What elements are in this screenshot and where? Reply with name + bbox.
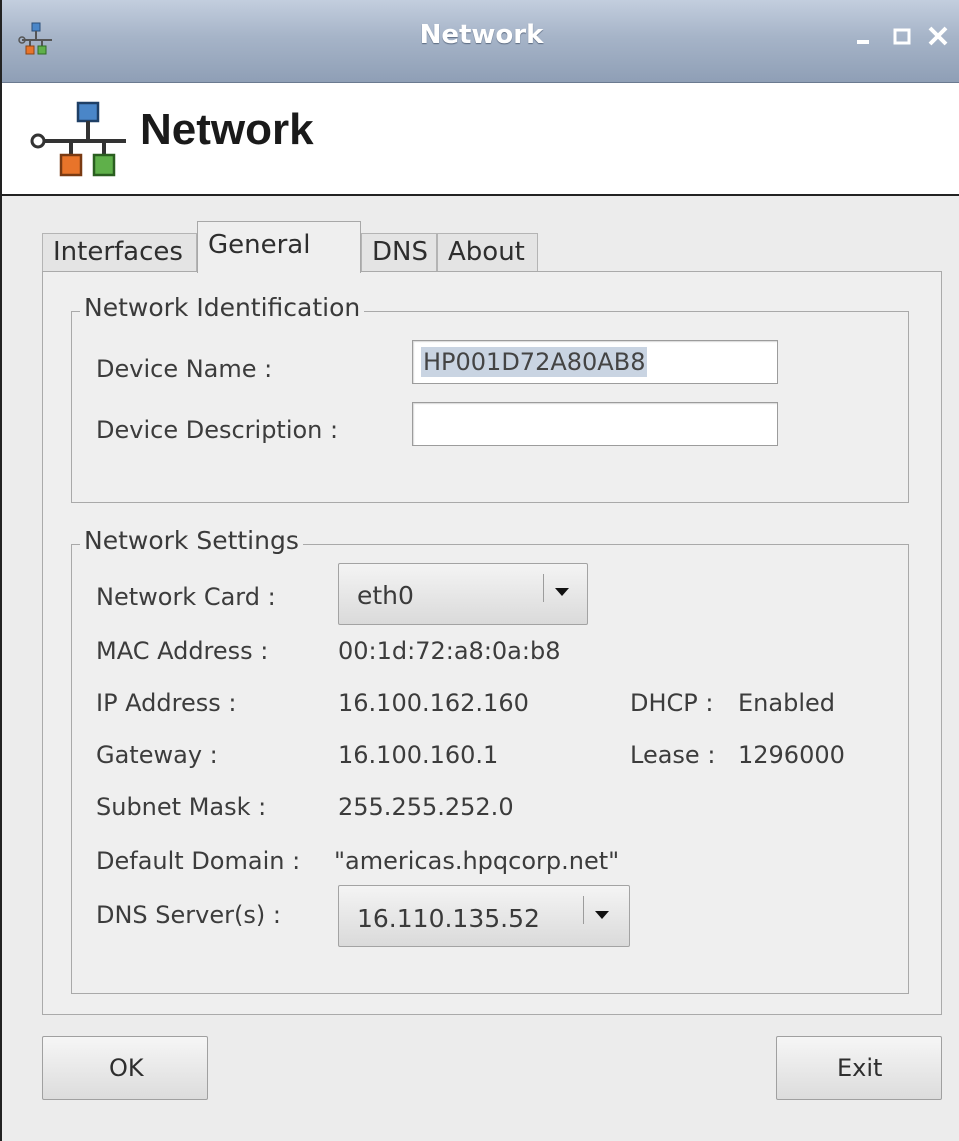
title-bar[interactable]: Network	[2, 0, 959, 83]
lease-value: 1296000	[738, 741, 845, 769]
mac-address-value: 00:1d:72:a8:0a:b8	[338, 637, 561, 665]
chevron-down-icon	[595, 911, 609, 919]
default-domain-value: "americas.hpqcorp.net"	[334, 847, 620, 875]
network-topology-icon	[30, 101, 126, 177]
tab-interfaces[interactable]: Interfaces	[42, 233, 197, 271]
dns-servers-label: DNS Server(s) :	[96, 901, 281, 929]
default-domain-label: Default Domain :	[96, 847, 301, 875]
device-name-field[interactable]: HP001D72A80AB8	[412, 340, 778, 384]
network-settings-group: Network Settings Network Card : eth0 MAC…	[71, 526, 909, 994]
network-card-dropdown[interactable]: eth0	[338, 563, 588, 625]
minimize-icon[interactable]	[852, 18, 876, 54]
network-card-label: Network Card :	[96, 583, 276, 611]
mac-address-label: MAC Address :	[96, 637, 269, 665]
tab-dns[interactable]: DNS	[361, 233, 437, 271]
exit-button[interactable]: Exit	[776, 1036, 942, 1100]
gateway-value: 16.100.160.1	[338, 741, 499, 769]
network-window: Network Network Interfaces General DNS A…	[0, 0, 959, 1141]
device-description-field[interactable]	[412, 402, 778, 446]
device-name-label: Device Name :	[96, 355, 273, 383]
tab-general[interactable]: General	[197, 221, 361, 273]
subnet-mask-label: Subnet Mask :	[96, 793, 267, 821]
ip-address-value: 16.100.162.160	[338, 689, 529, 717]
tab-about[interactable]: About	[437, 233, 538, 271]
maximize-icon[interactable]	[890, 18, 916, 54]
device-name-value: HP001D72A80AB8	[421, 347, 648, 377]
dns-server-value: 16.110.135.52	[357, 904, 540, 933]
network-settings-title: Network Settings	[80, 526, 303, 555]
ok-button[interactable]: OK	[42, 1036, 208, 1100]
dhcp-value: Enabled	[738, 689, 835, 717]
network-card-value: eth0	[357, 581, 414, 610]
chevron-down-icon	[555, 588, 569, 596]
dhcp-label: DHCP :	[630, 689, 714, 717]
close-icon[interactable]	[924, 18, 954, 54]
header-banner: Network	[2, 83, 959, 196]
network-identification-group: Network Identification Device Name : HP0…	[71, 293, 909, 503]
page-title: Network	[140, 105, 314, 154]
subnet-mask-value: 255.255.252.0	[338, 793, 514, 821]
general-tab-panel: Network Identification Device Name : HP0…	[42, 271, 942, 1015]
gateway-label: Gateway :	[96, 741, 218, 769]
network-identification-title: Network Identification	[80, 293, 365, 322]
window-title: Network	[419, 20, 544, 50]
lease-label: Lease :	[630, 741, 716, 769]
ip-address-label: IP Address :	[96, 689, 237, 717]
device-description-label: Device Description :	[96, 416, 339, 444]
dns-servers-dropdown[interactable]: 16.110.135.52	[338, 885, 630, 947]
